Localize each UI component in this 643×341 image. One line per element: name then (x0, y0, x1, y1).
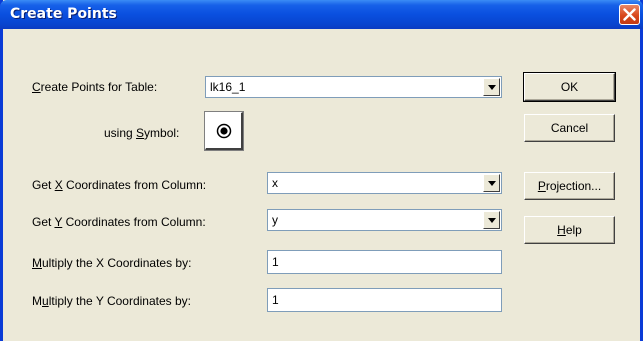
close-icon (623, 8, 636, 21)
multiply-x-label: Multiply the X Coordinates by: (32, 256, 192, 270)
symbol-label: using Symbol: (104, 126, 180, 140)
ok-button[interactable]: OK (523, 72, 616, 102)
x-column-dropdown-button[interactable] (483, 174, 500, 192)
x-column-select[interactable]: x (267, 172, 502, 194)
chevron-down-icon (488, 85, 496, 90)
window-title: Create Points (10, 6, 117, 22)
table-select-value: lk16_1 (210, 80, 246, 94)
y-column-value: y (272, 213, 278, 227)
table-select[interactable]: lk16_1 (205, 76, 502, 98)
symbol-button[interactable] (204, 111, 244, 151)
multiply-x-input[interactable]: 1 (267, 250, 502, 274)
x-column-value: x (272, 176, 278, 190)
multiply-y-input[interactable]: 1 (267, 288, 502, 312)
table-label: Create Points for Table: (32, 80, 158, 94)
filled-circle-icon (216, 123, 232, 139)
chevron-down-icon (488, 181, 496, 186)
multiply-y-label: Multiply the Y Coordinates by: (32, 294, 191, 308)
y-column-select[interactable]: y (267, 209, 502, 231)
y-column-label: Get Y Coordinates from Column: (32, 215, 206, 229)
table-dropdown-button[interactable] (483, 78, 500, 96)
close-button[interactable] (619, 4, 640, 25)
chevron-down-icon (488, 218, 496, 223)
title-bar[interactable]: Create Points (0, 0, 643, 29)
y-column-dropdown-button[interactable] (483, 211, 500, 229)
help-button[interactable]: Help (524, 216, 615, 244)
cancel-button[interactable]: Cancel (524, 114, 615, 142)
x-column-label: Get X Coordinates from Column: (32, 178, 207, 192)
projection-button[interactable]: Projection... (524, 172, 615, 200)
